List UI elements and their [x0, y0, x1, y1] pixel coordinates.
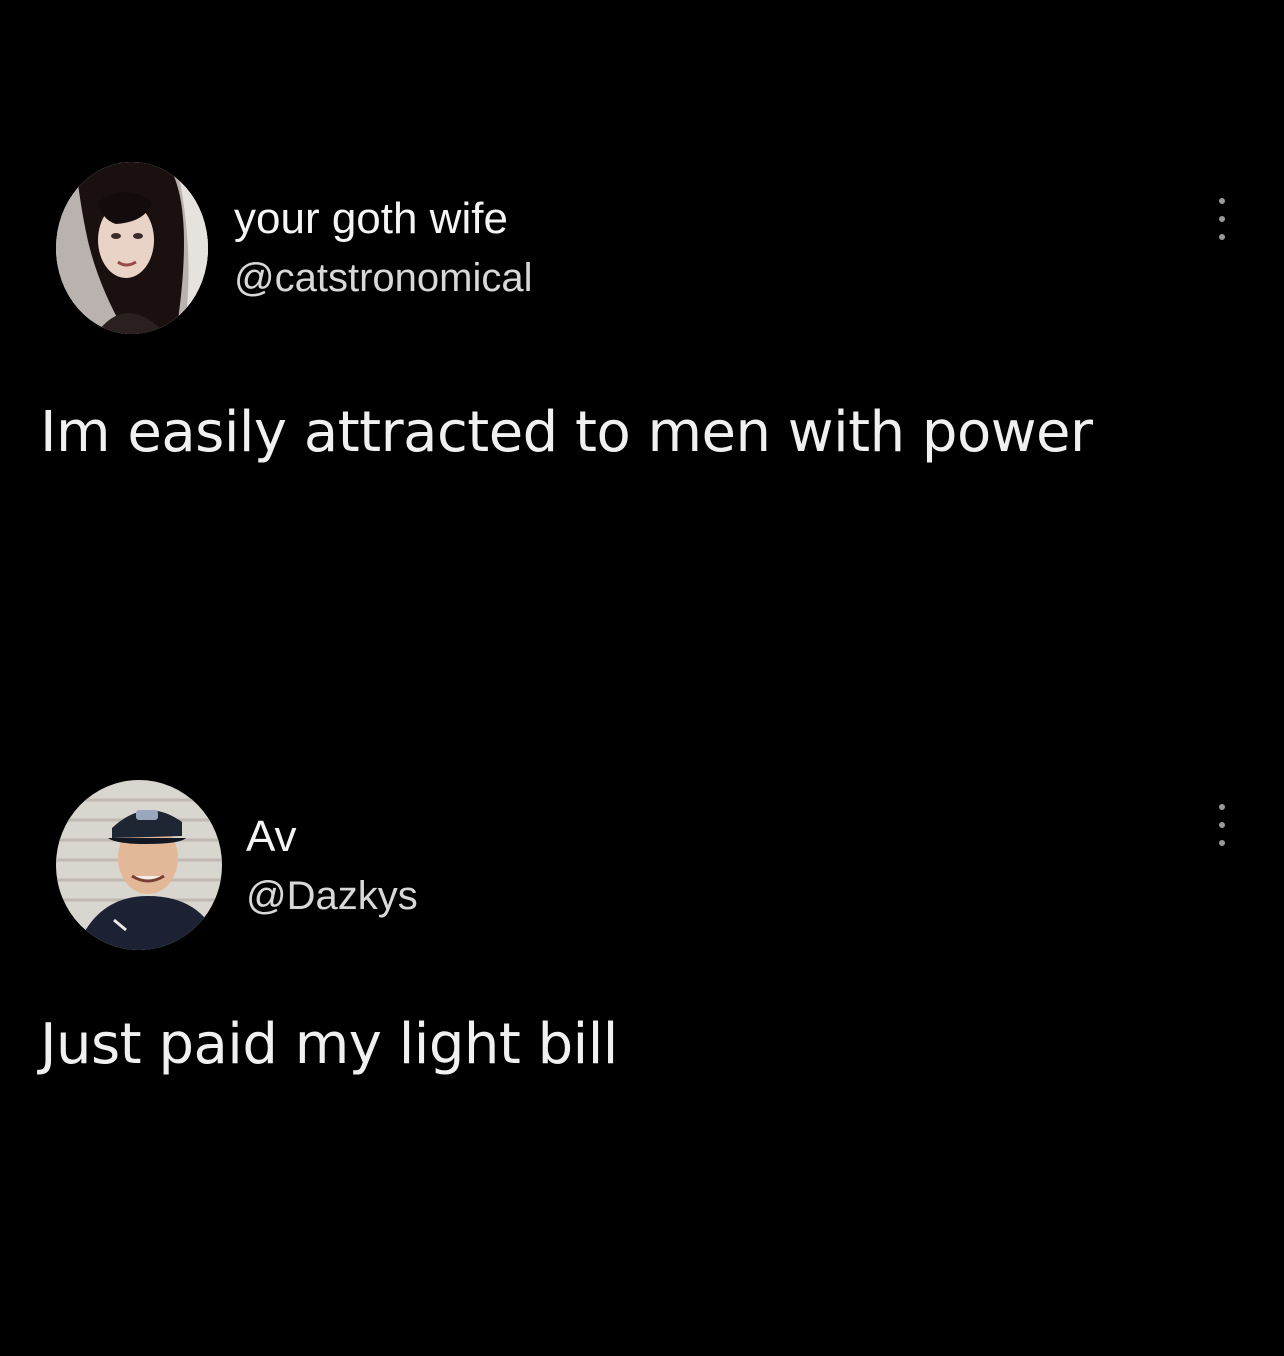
handle[interactable]: @Dazkys — [246, 874, 418, 919]
tweet-text: Im easily attracted to men with power — [40, 400, 1093, 465]
avatar[interactable] — [56, 162, 208, 334]
display-name[interactable]: your goth wife — [234, 194, 508, 244]
handle[interactable]: @catstronomical — [234, 256, 532, 301]
display-name[interactable]: Av — [246, 812, 297, 862]
avatar[interactable] — [56, 780, 222, 950]
profile-photo-icon — [56, 780, 222, 950]
more-options-icon[interactable] — [1210, 800, 1234, 850]
more-options-icon[interactable] — [1210, 194, 1234, 244]
tweet: your goth wife @catstronomical Im easily… — [0, 160, 1284, 490]
tweet-text: Just paid my light bill — [40, 1012, 618, 1077]
tweet: Av @Dazkys Just paid my light bill — [0, 778, 1284, 1098]
profile-photo-icon — [56, 162, 208, 334]
